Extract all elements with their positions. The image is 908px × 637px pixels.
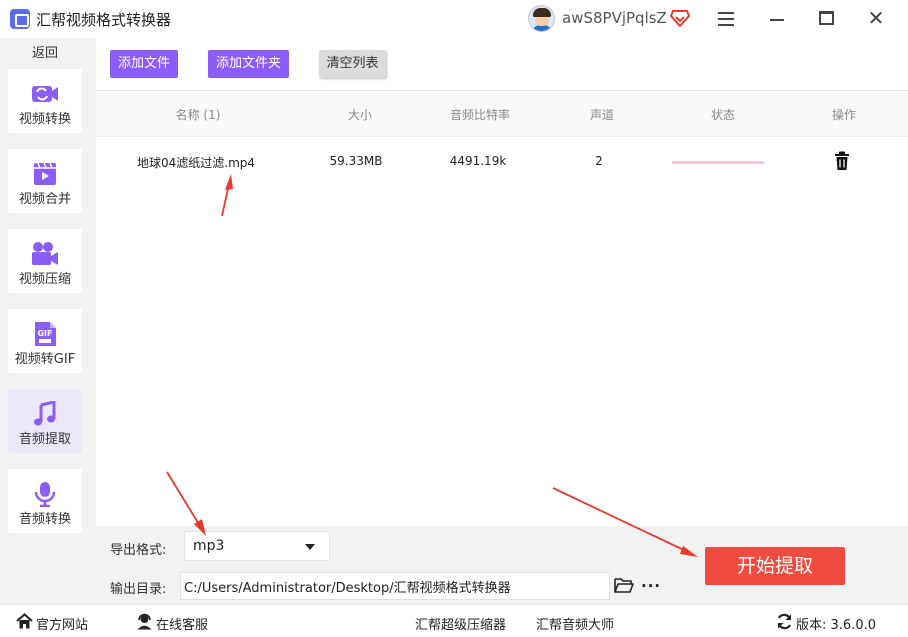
export-format-label: 导出格式:: [110, 543, 167, 558]
back-button[interactable]: 返回: [8, 42, 82, 66]
gif-badge-text: GIF: [37, 329, 52, 338]
official-site-link[interactable]: 官方网站: [36, 614, 88, 633]
sidebar-item-video-compress[interactable]: 视频压缩: [8, 229, 82, 293]
close-icon[interactable]: ✕: [866, 8, 886, 28]
vip-diamond-icon[interactable]: [670, 9, 690, 27]
add-file-button[interactable]: 添加文件: [110, 50, 178, 78]
file-size: 59.33MB: [329, 154, 383, 168]
video-merge-icon: [34, 162, 56, 185]
refresh-icon[interactable]: [776, 613, 793, 630]
video-convert-icon: [32, 86, 58, 102]
microphone-icon: [34, 482, 56, 507]
output-dir-label: 输出目录:: [110, 582, 167, 597]
column-header-status: 状态: [710, 108, 735, 122]
avatar[interactable]: [528, 5, 555, 32]
sidebar-item-video-convert[interactable]: 视频转换: [8, 69, 82, 133]
table-row[interactable]: 地球04滤纸过滤.mp4 59.33MB 4491.19k 2: [96, 141, 908, 183]
minimize-icon[interactable]: [770, 19, 784, 21]
file-name: 地球04滤纸过滤.mp4: [136, 156, 256, 170]
sidebar-item-label: 视频转GIF: [14, 352, 76, 367]
gif-icon: GIF: [35, 322, 56, 346]
column-header-channels: 声道: [589, 108, 614, 122]
column-header-actions: 操作: [831, 108, 856, 122]
sidebar-item-video-merge[interactable]: 视频合并: [8, 149, 82, 213]
sidebar-item-audio-extract[interactable]: 音频提取: [8, 389, 82, 453]
clear-list-button[interactable]: 清空列表: [319, 50, 386, 78]
sidebar: 返回 视频转换 视频合并 视频压缩 GIF 视频转GIF 音频提取 音频转换: [0, 38, 96, 604]
version-label: 版本: 3.6.0.0: [796, 618, 876, 633]
table-header: 名称 (1) 大小 音频比特率 声道 状态 操作: [96, 91, 908, 137]
sidebar-item-audio-convert[interactable]: 音频转换: [8, 469, 82, 533]
sidebar-item-label: 视频合并: [18, 192, 71, 207]
menu-icon[interactable]: [718, 12, 734, 26]
sidebar-item-video-to-gif[interactable]: GIF 视频转GIF: [8, 309, 82, 373]
add-folder-button[interactable]: 添加文件夹: [208, 50, 289, 78]
output-settings-panel: 导出格式: mp3 输出目录: ··· 开始提取: [96, 526, 908, 604]
status-progress-bar: [672, 161, 764, 164]
file-bitrate: 4491.19k: [449, 154, 507, 168]
export-format-value: mp3: [193, 538, 225, 554]
audio-master-link[interactable]: 汇帮音频大师: [536, 614, 614, 633]
toolbar: 添加文件 添加文件夹 清空列表: [96, 38, 908, 90]
username[interactable]: awS8PVjPqlsZ: [562, 9, 667, 27]
trash-icon[interactable]: [834, 151, 850, 171]
column-header-size: 大小: [347, 108, 372, 122]
sidebar-item-label: 音频提取: [18, 432, 71, 447]
compressor-link[interactable]: 汇帮超级压缩器: [415, 614, 506, 633]
sidebar-item-label: 视频转换: [18, 112, 71, 127]
file-table: 名称 (1) 大小 音频比特率 声道 状态 操作 地球04滤纸过滤.mp4 59…: [96, 90, 908, 526]
customer-service-icon: [137, 613, 152, 630]
online-service-link[interactable]: 在线客服: [156, 614, 208, 633]
home-icon: [16, 613, 33, 629]
export-format-select[interactable]: mp3: [184, 531, 330, 561]
chevron-down-icon: [305, 544, 315, 550]
app-logo-icon: [10, 9, 30, 29]
footer-bar: 官方网站 在线客服 汇帮超级压缩器 汇帮音频大师 版本: 3.6.0.0: [0, 604, 908, 637]
file-channels: 2: [595, 154, 603, 168]
video-compress-icon: [32, 242, 58, 265]
column-header-bitrate: 音频比特率: [449, 108, 510, 122]
maximize-icon[interactable]: [819, 11, 834, 25]
column-header-name: 名称 (1): [175, 108, 221, 122]
title-bar: 汇帮视频格式转换器 awS8PVjPqlsZ ✕: [0, 0, 908, 38]
start-extract-button[interactable]: 开始提取: [705, 547, 845, 585]
output-dir-input[interactable]: [180, 572, 610, 600]
sidebar-item-label: 音频转换: [18, 512, 71, 527]
folder-icon[interactable]: [614, 577, 634, 594]
sidebar-item-label: 视频压缩: [18, 272, 71, 287]
more-options-icon[interactable]: ···: [641, 577, 661, 595]
music-note-icon: [34, 401, 56, 426]
app-title: 汇帮视频格式转换器: [36, 11, 172, 29]
